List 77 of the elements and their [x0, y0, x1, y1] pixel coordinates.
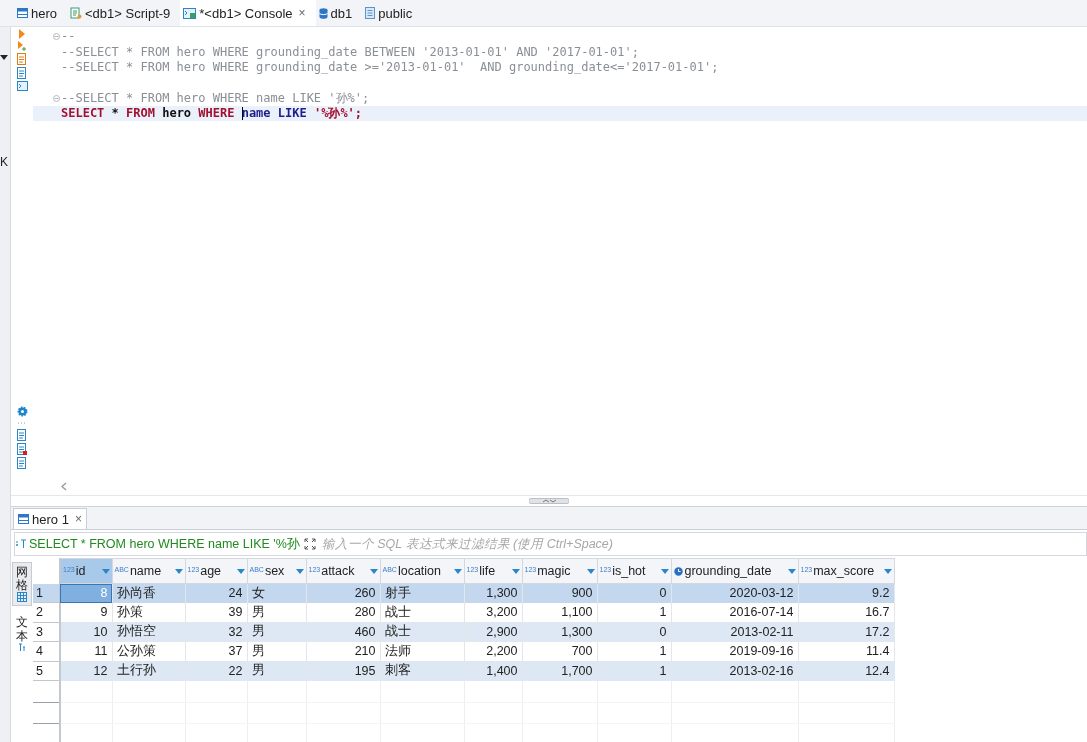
table-cell: 12.4	[798, 661, 894, 681]
sort-dropdown-icon[interactable]	[586, 568, 595, 574]
sort-dropdown-icon[interactable]	[787, 568, 796, 574]
result-tab[interactable]: hero 1 ×	[13, 508, 87, 529]
document-icon[interactable]	[17, 457, 27, 469]
filter-field[interactable]: SELECT * FROM hero WHERE name LIKE '%孙 输入一个 SQL 表达式来过滤结果 (使用 Ctrl+Space)	[14, 532, 1087, 556]
fold-icon[interactable]	[53, 94, 60, 102]
view-tab[interactable]: 文本	[12, 612, 32, 656]
table-cell: 1	[597, 661, 671, 681]
editor-tab[interactable]: hero	[14, 0, 68, 26]
sort-dropdown-icon[interactable]	[511, 568, 520, 574]
code-comment: --SELECT * FROM hero WHERE grounding_date BETWEEN '2013-01-01' AND '2017-01-01';	[61, 44, 639, 60]
table-cell: 男	[247, 622, 306, 642]
table-cell: 460	[306, 622, 380, 642]
table-cell: 0	[597, 622, 671, 642]
sort-dropdown-icon[interactable]	[174, 568, 183, 574]
document-icon[interactable]	[17, 429, 27, 441]
sort-dropdown-icon[interactable]	[660, 568, 669, 574]
table-cell: 男	[247, 661, 306, 681]
sort-dropdown-icon[interactable]	[369, 568, 378, 574]
text-icon	[18, 642, 26, 652]
table-cell: 12	[60, 661, 112, 681]
close-icon[interactable]: ×	[74, 512, 82, 526]
editor-tab[interactable]: public	[362, 0, 423, 26]
document-icon[interactable]	[17, 67, 27, 79]
sort-dropdown-icon[interactable]	[295, 568, 304, 574]
expand-icon[interactable]	[303, 538, 316, 550]
table-cell: 2013-02-11	[671, 622, 798, 642]
code-comment: --	[61, 29, 76, 45]
table-cell: 战士	[380, 622, 464, 642]
table-cell: 1,700	[522, 661, 597, 681]
sql-icon	[15, 539, 27, 549]
clock-icon	[673, 567, 683, 576]
table-cell: 17.2	[798, 622, 894, 642]
run-plus-icon[interactable]	[17, 41, 27, 51]
column-header[interactable]: grounding_date	[671, 558, 798, 584]
terminal-icon[interactable]	[16, 81, 28, 91]
table-cell: 2,900	[464, 622, 522, 642]
table-cell: 刺客	[380, 661, 464, 681]
gear-icon[interactable]	[16, 406, 28, 417]
code-comment: --SELECT * FROM hero WHERE grounding_date >='2013-01-01' AND grounding_date<='2017-01-01';	[61, 59, 719, 75]
fold-icon[interactable]	[53, 33, 60, 41]
table-cell: 1,300	[522, 622, 597, 642]
table-cell: 孙悟空	[112, 622, 185, 642]
document-icon	[365, 7, 376, 19]
run-icon[interactable]	[18, 29, 26, 39]
script-icon[interactable]	[17, 53, 27, 65]
editor-tab[interactable]: db1	[315, 0, 363, 26]
grid-icon	[17, 592, 27, 603]
database-icon	[318, 7, 328, 19]
editor-tab[interactable]: *<db1> Console ×	[180, 0, 316, 26]
sort-dropdown-icon[interactable]	[236, 568, 245, 574]
table-cell: 10	[60, 622, 112, 642]
filter-query: SELECT * FROM hero WHERE name LIKE '%孙	[28, 535, 300, 553]
view-tab[interactable]: 网格	[12, 562, 32, 607]
close-icon[interactable]: ×	[298, 6, 306, 20]
editor-tab[interactable]: <db1> Script-9	[67, 0, 181, 26]
side-label: K	[0, 155, 8, 169]
table-cell: 195	[306, 661, 380, 681]
dropdown-icon[interactable]	[0, 55, 8, 60]
console-icon	[183, 7, 197, 19]
table-icon	[18, 514, 29, 524]
table-cell: 土行孙	[112, 661, 185, 681]
table-cell: 2013-02-16	[671, 661, 798, 681]
scroll-left-icon[interactable]	[61, 481, 67, 491]
table-cell: 22	[185, 661, 247, 681]
script-icon	[70, 7, 83, 19]
filter-input[interactable]: 输入一个 SQL 表达式来过滤结果 (使用 Ctrl+Space)	[319, 536, 1086, 552]
splitter-handle[interactable]	[529, 498, 569, 504]
sort-dropdown-icon[interactable]	[883, 568, 892, 574]
table-cell: 32	[185, 622, 247, 642]
code-comment: --SELECT * FROM hero WHERE name LIKE '孙%';	[61, 90, 370, 106]
document-icon[interactable]	[17, 443, 27, 455]
table-cell: 1,400	[464, 661, 522, 681]
sort-dropdown-icon[interactable]	[453, 568, 462, 574]
sort-dropdown-icon[interactable]	[101, 568, 110, 574]
table-icon	[17, 8, 28, 18]
